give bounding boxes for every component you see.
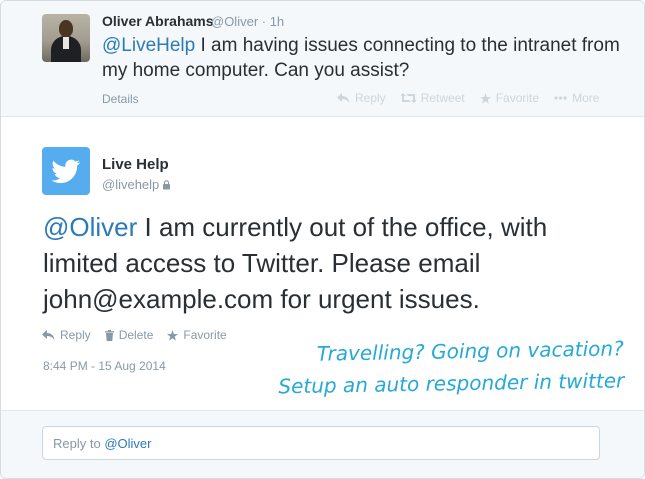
reply-prefix: Reply to [53, 436, 105, 451]
timestamp-link[interactable]: 8:44 PM - 15 Aug 2014 [43, 359, 166, 373]
more-button[interactable]: More [554, 91, 599, 105]
main-actions: Reply Delete Favorite [42, 328, 227, 342]
handle-text: @livehelp [102, 177, 160, 192]
retweet-button[interactable]: Retweet [400, 91, 465, 105]
more-label: More [572, 91, 600, 105]
tweet-text: @LiveHelp I am having issues connecting … [102, 33, 622, 83]
star-icon [479, 92, 491, 104]
reply-label: Reply [355, 91, 386, 105]
parent-tweet[interactable]: Oliver Abrahams @Oliver · 1h @LiveHelp I… [1, 1, 644, 117]
reply-button[interactable]: Reply [337, 91, 386, 105]
tweet-text: @Oliver I am currently out of the office… [43, 209, 623, 317]
favorite-label: Favorite [495, 91, 540, 105]
reply-mention: @Oliver [104, 436, 152, 451]
favorite-button[interactable]: Favorite [479, 91, 540, 105]
conversation-card: Oliver Abrahams @Oliver · 1h @LiveHelp I… [0, 0, 645, 479]
delete-button[interactable]: Delete [104, 328, 154, 342]
delete-label: Delete [118, 328, 154, 342]
trash-icon [104, 329, 114, 341]
reply-icon [337, 93, 350, 103]
reply-input[interactable]: Reply to @Oliver [42, 426, 600, 460]
reply-button[interactable]: Reply [42, 328, 91, 342]
retweet-icon [400, 93, 416, 103]
parent-actions: Reply Retweet Favorite More [337, 91, 599, 105]
reply-label: Reply [60, 328, 91, 342]
avatar[interactable] [42, 14, 90, 62]
callout-line-2: Setup an auto responder in twitter [278, 368, 625, 399]
retweet-label: Retweet [420, 91, 465, 105]
twitter-bird-icon[interactable] [42, 147, 90, 195]
more-icon [554, 96, 567, 100]
mention-link[interactable]: @LiveHelp [102, 35, 195, 56]
mention-link[interactable]: @Oliver [43, 212, 137, 242]
details-link[interactable]: Details [102, 92, 139, 106]
star-icon [167, 329, 179, 341]
author-name[interactable]: Live Help [102, 156, 169, 173]
author-name[interactable]: Oliver Abrahams [102, 13, 214, 29]
promo-callout: Travelling? Going on vacation? Setup an … [203, 332, 624, 403]
reply-area: Reply to @Oliver [1, 410, 644, 478]
reply-icon [42, 330, 55, 340]
author-handle[interactable]: @livehelp [102, 177, 171, 192]
lock-icon [162, 179, 171, 190]
author-handle-time[interactable]: @Oliver · 1h [211, 14, 284, 29]
